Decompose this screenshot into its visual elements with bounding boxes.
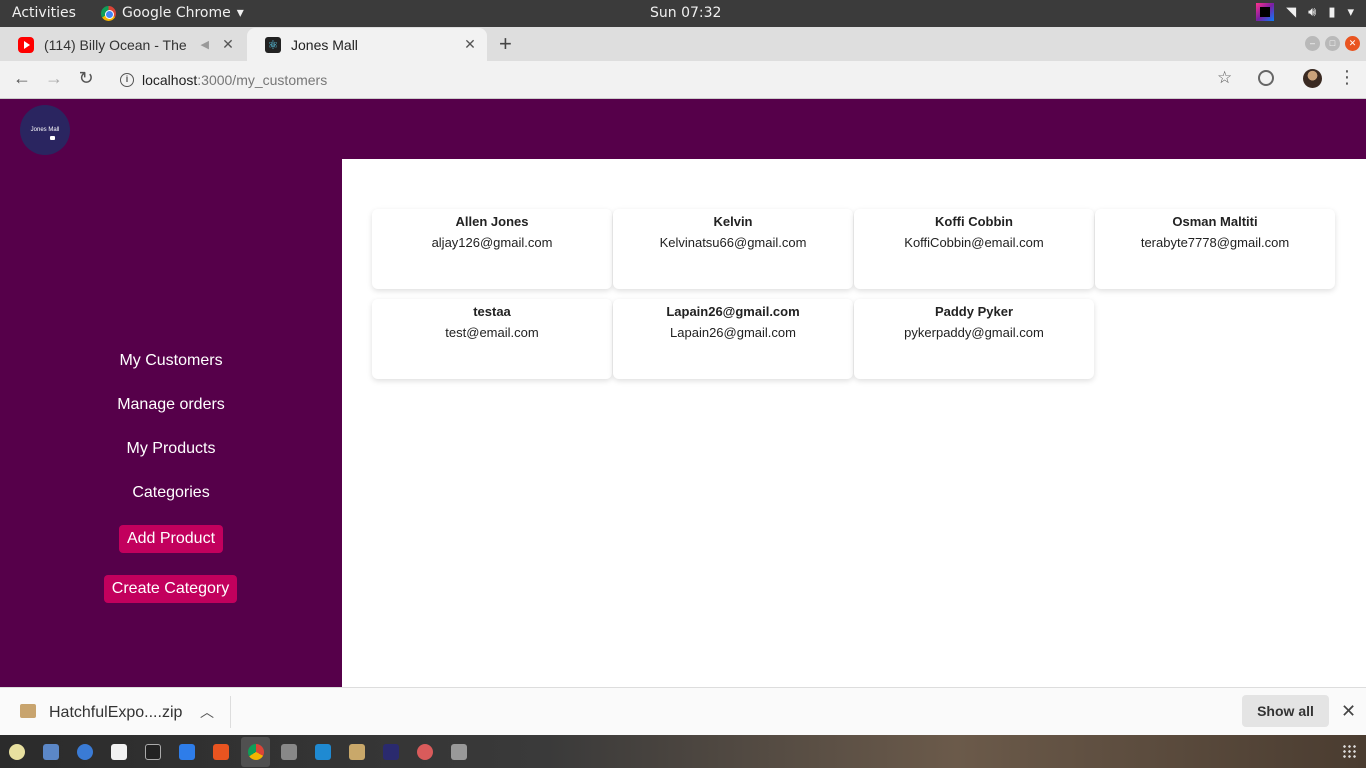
menu-icon[interactable]: ⋮ — [1338, 67, 1356, 88]
maximize-button[interactable]: □ — [1325, 36, 1340, 51]
show-applications-icon[interactable] — [1342, 744, 1356, 758]
avatar[interactable] — [1303, 69, 1322, 88]
logo-text: Jones Mall — [30, 127, 60, 133]
close-icon[interactable]: ✕ — [1341, 701, 1356, 722]
app-menu-label: Google Chrome — [122, 5, 231, 21]
url-host: localhost — [142, 72, 198, 88]
sidebar-item-categories[interactable]: Categories — [0, 484, 342, 502]
chrome-icon — [101, 5, 116, 21]
customer-name: Koffi Cobbin — [935, 214, 1013, 229]
customer-email: pykerpaddy@gmail.com — [904, 325, 1044, 340]
customer-card[interactable]: testaa test@email.com — [372, 299, 612, 379]
create-category-button[interactable]: Create Category — [104, 575, 237, 603]
caret-down-icon: ▾ — [236, 5, 244, 21]
browser-toolbar: ← → ↻ i localhost:3000/my_customers — [0, 61, 1366, 99]
reload-icon[interactable]: ↻ — [75, 68, 97, 89]
customer-name: Paddy Pyker — [934, 304, 1014, 319]
tab-strip: (114) Billy Ocean - The ◀︎ ✕ ⚛ Jones Mal… — [0, 27, 1366, 61]
system-tray[interactable]: ◥ 🔊︎ ▮ ▾ — [1256, 3, 1354, 21]
text-editor-icon[interactable] — [43, 744, 59, 760]
customer-card[interactable]: Lapain26@gmail.com Lapain26@gmail.com — [613, 299, 853, 379]
volume-icon[interactable]: 🔊︎ — [1308, 5, 1316, 20]
show-all-button[interactable]: Show all — [1242, 695, 1329, 727]
jetbrains-toolbox-icon[interactable] — [1256, 3, 1275, 21]
add-product-button[interactable]: Add Product — [119, 525, 223, 553]
taskbar — [0, 735, 1366, 768]
vscode-icon[interactable] — [315, 744, 331, 760]
video-editor-icon[interactable] — [281, 744, 297, 760]
web-page: Jones Mall My Customers Manage orders My… — [0, 99, 1366, 687]
cart-icon — [50, 136, 55, 140]
app-menu[interactable]: Google Chrome ▾ — [101, 5, 244, 21]
customer-email: aljay126@gmail.com — [431, 235, 553, 250]
customer-email: test@email.com — [445, 325, 539, 340]
youtube-icon — [18, 36, 34, 53]
tab-jones-mall[interactable]: ⚛ Jones Mall ✕ — [247, 28, 487, 61]
divider — [230, 696, 231, 728]
speaker-icon[interactable]: ◀︎ — [201, 38, 209, 51]
customer-email: Lapain26@gmail.com — [670, 325, 796, 340]
software-center-icon[interactable] — [213, 744, 229, 760]
clock[interactable]: Sun 07:32 — [650, 5, 721, 21]
tab-title: (114) Billy Ocean - The — [44, 36, 187, 53]
customer-name: Osman Maltiti — [1172, 214, 1258, 229]
new-tab-button[interactable]: + — [499, 31, 512, 57]
customer-card[interactable]: Osman Maltiti terabyte7778@gmail.com — [1095, 209, 1335, 289]
customer-name: Kelvin — [713, 214, 753, 229]
files-icon[interactable] — [349, 744, 365, 760]
close-window-button[interactable]: ✕ — [1345, 36, 1360, 51]
battery-icon[interactable]: ▮ — [1328, 5, 1335, 20]
customer-email: Kelvinatsu66@gmail.com — [659, 235, 807, 250]
sidebar-item-my-products[interactable]: My Products — [0, 440, 342, 458]
customer-card[interactable]: Paddy Pyker pykerpaddy@gmail.com — [854, 299, 1094, 379]
thunderbird-icon[interactable] — [179, 744, 195, 760]
back-icon[interactable]: ← — [11, 68, 33, 89]
scanner-icon[interactable] — [451, 744, 467, 760]
customer-email: KoffiCobbin@email.com — [904, 235, 1044, 250]
customer-card[interactable]: Kelvin Kelvinatsu66@gmail.com — [613, 209, 853, 289]
react-icon: ⚛ — [265, 36, 281, 53]
url-path: :3000/my_customers — [197, 72, 328, 88]
customer-card[interactable]: Koffi Cobbin KoffiCobbin@email.com — [854, 209, 1094, 289]
forward-icon[interactable]: → — [43, 68, 65, 89]
logo[interactable]: Jones Mall — [20, 105, 70, 155]
minimize-button[interactable]: – — [1305, 36, 1320, 51]
window-controls: – □ ✕ — [1305, 36, 1360, 51]
close-icon[interactable]: ✕ — [221, 36, 235, 53]
tab-title: Jones Mall — [291, 36, 358, 53]
terminal-icon[interactable] — [145, 744, 161, 760]
info-icon[interactable]: i — [120, 73, 134, 87]
customer-name: Allen Jones — [455, 214, 529, 229]
intellij-icon[interactable] — [383, 744, 399, 760]
sidebar-item-manage-orders[interactable]: Manage orders — [0, 396, 342, 414]
address-bar[interactable]: i localhost:3000/my_customers — [108, 65, 1248, 95]
help-icon[interactable] — [77, 744, 93, 760]
bookmark-star-icon[interactable]: ☆ — [1217, 68, 1232, 88]
sidebar-item-my-customers[interactable]: My Customers — [0, 352, 342, 370]
archive-icon — [20, 704, 36, 718]
wifi-icon[interactable]: ◥ — [1286, 5, 1296, 20]
customer-email: terabyte7778@gmail.com — [1140, 235, 1290, 250]
tab-youtube[interactable]: (114) Billy Ocean - The ◀︎ ✕ — [0, 28, 245, 61]
amazon-icon[interactable] — [111, 744, 127, 760]
customer-name: Lapain26@gmail.com — [666, 304, 800, 319]
sidebar: My Customers Manage orders My Products C… — [0, 159, 342, 687]
system-top-bar: Activities Google Chrome ▾ Sun 07:32 ◥ 🔊… — [0, 0, 1366, 27]
download-item[interactable]: HatchfulExpo....zip — [49, 704, 182, 722]
chrome-icon[interactable] — [248, 744, 264, 760]
customer-card[interactable]: Allen Jones aljay126@gmail.com — [372, 209, 612, 289]
download-shelf: HatchfulExpo....zip ︿ Show all ✕ — [0, 687, 1366, 735]
start-menu-icon[interactable] — [9, 744, 25, 760]
close-icon[interactable]: ✕ — [463, 36, 477, 53]
extension-icon[interactable] — [1258, 70, 1274, 86]
activities-button[interactable]: Activities — [12, 5, 76, 21]
customer-name: testaa — [473, 304, 511, 319]
chevron-down-icon[interactable]: ▾ — [1347, 5, 1354, 20]
chevron-up-icon[interactable]: ︿ — [200, 702, 214, 722]
settings-icon[interactable] — [417, 744, 433, 760]
app-header: Jones Mall — [0, 99, 1366, 159]
